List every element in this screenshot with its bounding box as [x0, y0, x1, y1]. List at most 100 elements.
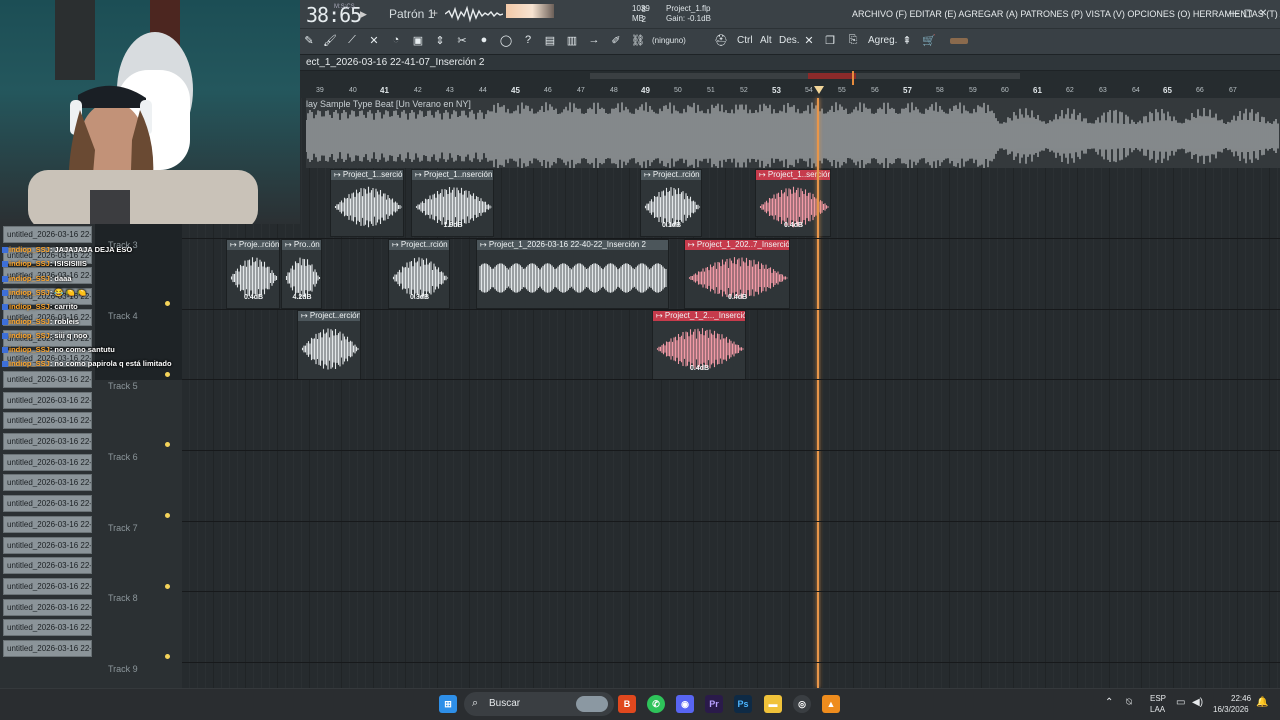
chat-username[interactable]: indiop_SSJ: [9, 317, 50, 326]
piano-icon[interactable]: ▥: [565, 33, 579, 47]
track-enable-led[interactable]: [165, 301, 170, 306]
close-icon[interactable]: ✕: [1259, 8, 1267, 19]
audio-clip[interactable]: ↦ Project_1..serción 20.4dB: [755, 169, 831, 237]
ctrl-key[interactable]: Ctrl: [737, 35, 753, 46]
hat-icon[interactable]: ⛑: [714, 33, 728, 47]
clip-name[interactable]: ↦ Project..erción 2: [298, 311, 360, 321]
pattern-item[interactable]: untitled_2026-03-16 22-...: [3, 515, 92, 533]
tray-chevron-icon[interactable]: ⌃: [1105, 697, 1113, 708]
clock-date[interactable]: 16/3/2026: [1213, 705, 1249, 714]
minimize-icon[interactable]: —: [1229, 8, 1239, 19]
chat-username[interactable]: indiop_SSJ: [9, 345, 50, 354]
chat-username[interactable]: indiop_SSJ: [9, 274, 50, 283]
copy-icon[interactable]: ❐: [823, 33, 837, 47]
cross-icon[interactable]: ✕: [802, 33, 816, 47]
pattern-item[interactable]: untitled_2026-03-16 22-...: [3, 226, 92, 243]
deselect-button[interactable]: Des.: [779, 35, 800, 46]
clip-name[interactable]: ↦ Project..rción 2: [389, 240, 449, 250]
clip-name[interactable]: ↦ Project..rción 2: [641, 170, 701, 180]
explorer-icon[interactable]: ▬: [764, 695, 782, 713]
volume-icon[interactable]: ◀): [1192, 697, 1203, 708]
pattern-arrow-icon[interactable]: ▶: [360, 9, 367, 20]
notification-icon[interactable]: 🔔: [1256, 697, 1268, 708]
pattern-item[interactable]: untitled_2026-03-16 22-...: [3, 453, 92, 471]
pattern-item[interactable]: untitled_2026-03-16 22-...: [3, 619, 92, 637]
chat-username[interactable]: indiop_SSJ: [9, 331, 50, 340]
playlist-overview[interactable]: [300, 71, 1280, 86]
chat-username[interactable]: indiop_SSJ: [9, 359, 50, 368]
chat-username[interactable]: indiop_SSJ: [9, 288, 50, 297]
audio-clip[interactable]: ↦ Project..rción 2 0.1dB: [640, 169, 702, 237]
pattern-item[interactable]: untitled_2026-03-16 22-...: [3, 577, 92, 595]
track-enable-led[interactable]: [165, 654, 170, 659]
pattern-item[interactable]: untitled_2026-03-16 22-...: [3, 391, 92, 409]
network-icon[interactable]: ▭: [1176, 697, 1185, 708]
track-label[interactable]: Track 3: [108, 240, 138, 250]
clip-name[interactable]: ↦ Proje..rción 2: [227, 240, 279, 250]
audio-clip[interactable]: ↦ Project_1_202..7_Inserción 2 0.4dB: [684, 239, 790, 309]
pattern-item[interactable]: untitled_2026-03-16 22-...: [3, 598, 92, 616]
mute-tool-icon[interactable]: ◔: [389, 33, 403, 47]
fl-studio-icon[interactable]: ▲: [822, 695, 840, 713]
mic-tray-icon[interactable]: ⍉: [1126, 697, 1132, 708]
help-icon[interactable]: ?: [521, 33, 535, 47]
alt-key[interactable]: Alt: [760, 35, 772, 46]
scissors-icon[interactable]: ✂: [455, 33, 469, 47]
pattern-item[interactable]: untitled_2026-03-16 22-...: [3, 495, 92, 513]
clip-name[interactable]: ↦ Pro..ón 2: [282, 240, 321, 250]
premiere-icon[interactable]: Pr: [705, 695, 723, 713]
pattern-selector[interactable]: Patrón 1: [389, 7, 434, 21]
arrow-right-icon[interactable]: →: [587, 33, 601, 47]
discord-icon[interactable]: ◉: [676, 695, 694, 713]
delete-tool-icon[interactable]: ✕: [367, 33, 381, 47]
obs-icon[interactable]: ◎: [793, 695, 811, 713]
slice-icon[interactable]: ⟋: [345, 33, 359, 47]
paint-icon[interactable]: 🖌: [323, 33, 337, 47]
clip-name[interactable]: ↦ Project_1..serción 2: [331, 170, 403, 180]
audio-clip[interactable]: ↦ Project_1..serción 2: [330, 169, 404, 237]
chat-username[interactable]: indiop_SSJ: [9, 245, 50, 254]
clip-name[interactable]: ↦ Project_1_2..._Inserción 2: [653, 311, 745, 321]
clip-name[interactable]: ↦ Project_1_2026-03-16 22-40-22_Inserció…: [477, 240, 668, 250]
photoshop-icon[interactable]: Ps: [734, 695, 752, 713]
chat-username[interactable]: indiop_SSJ: [9, 302, 50, 311]
chat-icon[interactable]: ◯: [499, 33, 513, 47]
playlist-icon[interactable]: ▤: [543, 33, 557, 47]
mic-icon[interactable]: ●: [477, 33, 491, 47]
start-icon[interactable]: ⊞: [439, 695, 457, 713]
track-label[interactable]: Track 4: [108, 311, 138, 321]
pattern-item[interactable]: untitled_2026-03-16 22-...: [3, 433, 92, 450]
zoom-slider[interactable]: [950, 38, 968, 44]
snap-selector[interactable]: (ninguno): [652, 36, 686, 45]
audio-clip[interactable]: ↦ Project..erción 2: [297, 310, 361, 380]
chat-username[interactable]: indiop_SSJ: [9, 259, 50, 268]
timeline-ruler[interactable]: 39 40 41 42 43 44 45 46 47 48 49 50 51 52 53 54 55 56 57 58…: [300, 86, 1280, 98]
track-enable-led[interactable]: [165, 372, 170, 377]
track-enable-led[interactable]: [165, 442, 170, 447]
pen-icon[interactable]: ✐: [609, 33, 623, 47]
pattern-item[interactable]: untitled_2026-03-16 22-...: [3, 536, 92, 554]
master-audio-track[interactable]: lay Sample Type Beat [Un Verano en NY]: [305, 98, 1280, 170]
track-enable-led[interactable]: [165, 513, 170, 518]
track-label[interactable]: Track 6: [108, 452, 138, 462]
language-2[interactable]: LAA: [1150, 705, 1165, 714]
brave-icon[interactable]: B: [618, 695, 636, 713]
paste-icon[interactable]: ⎘: [846, 33, 860, 47]
slip-icon[interactable]: ⇕: [433, 33, 447, 47]
audio-clip[interactable]: ↦ Project_1_2026-03-16 22-40-22_Inserció…: [476, 239, 669, 309]
audio-clip[interactable]: ↦ Project_1_2..._Inserción 2 0.4dB: [652, 310, 746, 380]
cart-icon[interactable]: 🛒: [922, 33, 936, 47]
pattern-item[interactable]: untitled_2026-03-16 22-...: [3, 474, 92, 492]
pattern-item[interactable]: untitled_2026-03-16 22-...: [3, 412, 92, 430]
whatsapp-icon[interactable]: ✆: [647, 695, 665, 713]
audio-clip[interactable]: ↦ Project..rción 2 0.3dB: [388, 239, 450, 309]
pattern-item[interactable]: untitled_2026-03-16 22-...: [3, 640, 92, 657]
track-enable-led[interactable]: [165, 584, 170, 589]
track-label[interactable]: Track 7: [108, 523, 138, 533]
maximize-icon[interactable]: ▢: [1243, 8, 1252, 19]
link-icon[interactable]: ⛓: [631, 33, 645, 47]
playhead-line[interactable]: [817, 98, 819, 688]
track-label[interactable]: Track 9: [108, 664, 138, 674]
taskbar-search[interactable]: ⌕ Buscar: [464, 692, 614, 716]
clip-name[interactable]: ↦ Project_1..nserción 2: [412, 170, 493, 180]
